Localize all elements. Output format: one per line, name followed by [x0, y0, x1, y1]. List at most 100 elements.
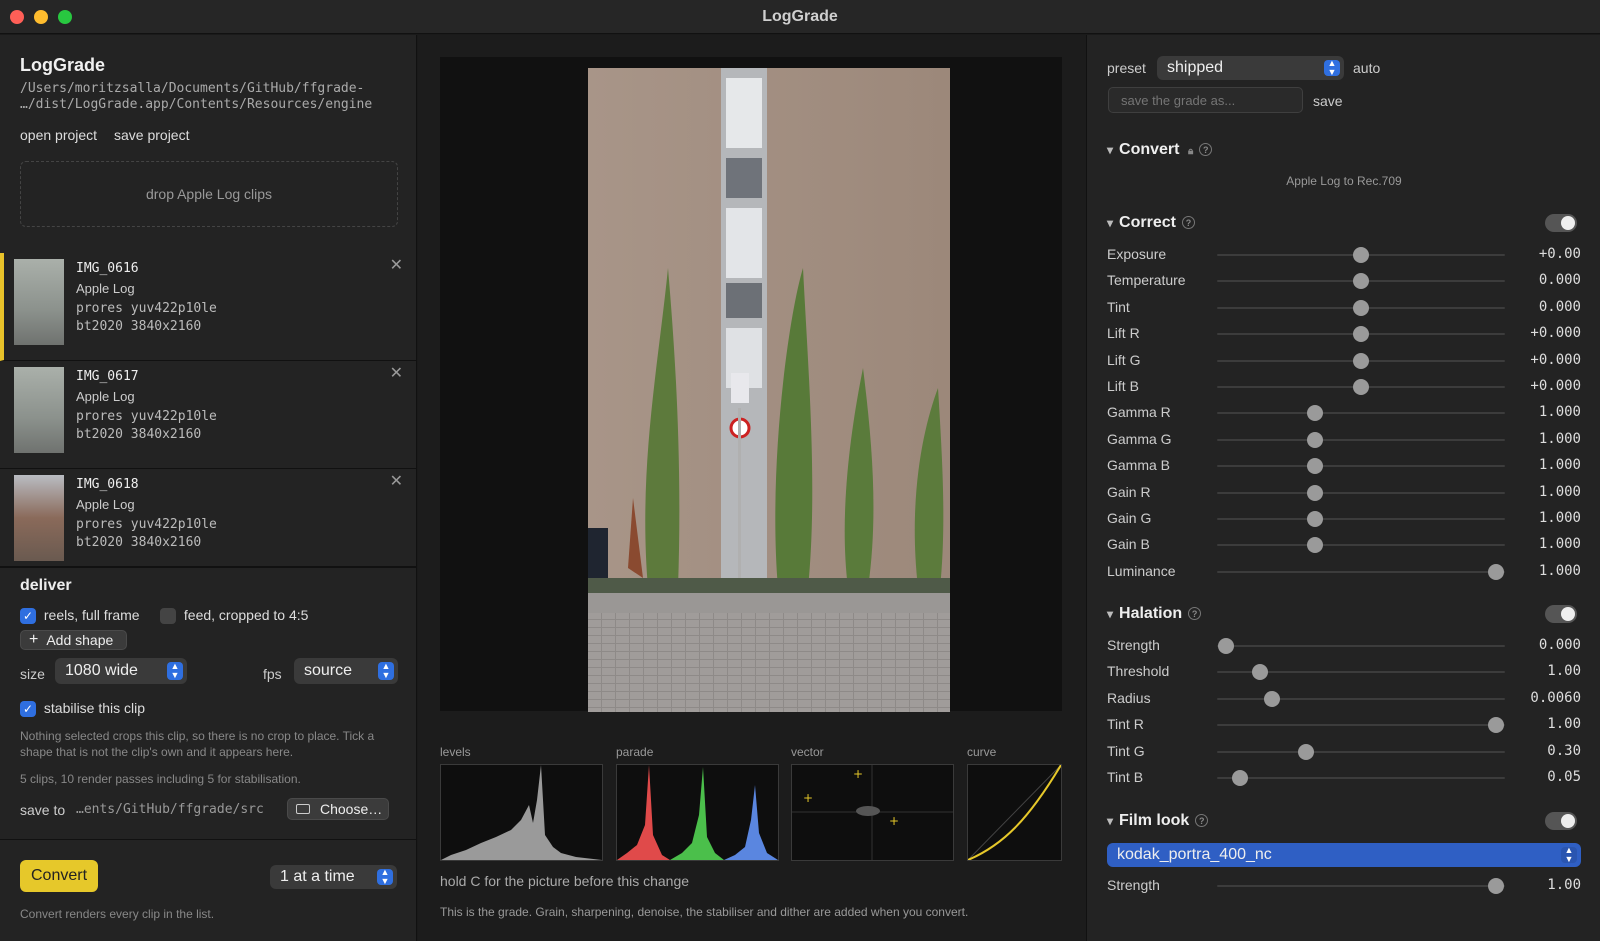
slider-row: Tint G 0.30: [1107, 739, 1581, 765]
slider-value: 1.00: [1547, 877, 1581, 893]
remove-clip-icon[interactable]: ✕: [390, 471, 403, 491]
slider-value: 1.00: [1547, 716, 1581, 733]
film-stock-select[interactable]: kodak_portra_400_nc ▲ ▼: [1107, 843, 1581, 867]
slider-row: Gamma R 1.000: [1107, 400, 1581, 426]
slider-track[interactable]: [1217, 518, 1505, 520]
help-icon[interactable]: ?: [1195, 814, 1209, 828]
reels-checkbox[interactable]: ✓: [20, 608, 36, 625]
svg-text:+: +: [889, 814, 899, 828]
open-project-link[interactable]: open project: [20, 127, 97, 143]
slider-knob[interactable]: [1488, 878, 1505, 894]
slider-track[interactable]: [1217, 777, 1505, 779]
film-look-section-title: Film look: [1119, 812, 1190, 829]
slider-track[interactable]: [1217, 697, 1505, 700]
auto-button[interactable]: auto: [1353, 60, 1380, 76]
slider-knob[interactable]: [1488, 563, 1505, 580]
help-icon[interactable]: ?: [1188, 607, 1202, 621]
convert-button[interactable]: Convert: [20, 860, 98, 892]
stepper-icon: ▲ ▼: [377, 868, 393, 886]
slider-value: 1.000: [1538, 430, 1581, 447]
slider-knob[interactable]: [1353, 326, 1369, 343]
slider-track[interactable]: [1217, 491, 1505, 494]
slider-knob[interactable]: [1306, 431, 1323, 448]
slider-knob[interactable]: [1306, 537, 1323, 554]
remove-clip-icon[interactable]: ✕: [390, 363, 403, 383]
scope-label-vector: vector: [791, 745, 824, 759]
drop-zone[interactable]: drop Apple Log clips: [20, 161, 398, 227]
preview-canvas[interactable]: [440, 57, 1062, 712]
size-value: 1080 wide: [65, 662, 138, 679]
add-shape-button[interactable]: + Add shape: [20, 630, 127, 650]
slider-knob[interactable]: [1353, 299, 1369, 316]
correct-toggle[interactable]: [1545, 214, 1577, 232]
stabilise-checkbox[interactable]: ✓: [20, 701, 36, 718]
size-select[interactable]: 1080 wide ▲ ▼: [55, 658, 187, 684]
save-project-link[interactable]: save project: [114, 127, 189, 143]
slider-label: Strength: [1107, 637, 1160, 653]
halation-toggle[interactable]: [1545, 605, 1577, 623]
slider-track[interactable]: [1217, 885, 1505, 887]
slider-label: Luminance: [1107, 562, 1176, 579]
convert-subtitle: Apple Log to Rec.709: [1286, 174, 1402, 188]
slider-knob[interactable]: [1263, 690, 1280, 707]
slider-track[interactable]: [1217, 645, 1505, 647]
halation-section-header[interactable]: ▾ Halation?: [1107, 605, 1202, 623]
film-look-section-header[interactable]: ▾ Film look?: [1107, 812, 1209, 830]
before-hint: hold C for the picture before this chang…: [440, 873, 690, 889]
save-grade-button[interactable]: save: [1313, 93, 1343, 109]
clip-name: IMG_0618: [76, 477, 139, 492]
remove-clip-icon[interactable]: ✕: [390, 255, 403, 275]
clip-item[interactable]: IMG_0617 Apple Log prores yuv422p10le bt…: [0, 361, 417, 469]
slider-value: +0.000: [1530, 351, 1581, 368]
slider-knob[interactable]: [1306, 458, 1323, 475]
stabilise-label: stabilise this clip: [43, 700, 146, 716]
slider-knob[interactable]: [1306, 405, 1323, 422]
slider-knob[interactable]: [1488, 717, 1505, 734]
reels-option[interactable]: ✓ reels, full frame: [20, 607, 140, 625]
slider-knob[interactable]: [1298, 743, 1315, 760]
save-grade-input[interactable]: [1108, 87, 1303, 113]
slider-row: Threshold 1.00: [1107, 659, 1581, 685]
slider-label: Threshold: [1107, 663, 1170, 680]
help-icon[interactable]: ?: [1181, 216, 1195, 230]
halation-section-title: Halation: [1119, 605, 1183, 622]
slider-knob[interactable]: [1306, 484, 1323, 501]
concurrency-select[interactable]: 1 at a time ▲ ▼: [270, 865, 397, 889]
parade-scope: [616, 764, 779, 861]
slider-knob[interactable]: [1353, 247, 1369, 263]
slider-track[interactable]: [1217, 438, 1505, 441]
slider-knob[interactable]: [1217, 638, 1234, 654]
slider-track[interactable]: [1217, 724, 1505, 727]
film-look-toggle[interactable]: [1545, 812, 1577, 830]
slider-knob[interactable]: [1306, 511, 1323, 527]
help-icon[interactable]: ?: [1199, 143, 1213, 157]
correct-section-header[interactable]: ▾ Correct?: [1107, 214, 1195, 232]
preset-select[interactable]: shipped ▲ ▼: [1157, 56, 1344, 80]
slider-value: 1.000: [1538, 510, 1581, 526]
feed-option[interactable]: feed, cropped to 4:5: [160, 607, 308, 625]
slider-knob[interactable]: [1353, 273, 1369, 290]
slider-track[interactable]: [1217, 750, 1505, 753]
slider-knob[interactable]: [1232, 770, 1249, 786]
lock-icon: 🔒︎: [1187, 146, 1194, 157]
slider-track[interactable]: [1217, 544, 1505, 547]
slider-knob[interactable]: [1353, 352, 1369, 369]
slider-value: +0.000: [1530, 378, 1581, 394]
clip-item[interactable]: IMG_0616 Apple Log prores yuv422p10le bt…: [0, 253, 417, 361]
slider-knob[interactable]: [1353, 379, 1369, 395]
slider-track[interactable]: [1217, 570, 1505, 573]
slider-track[interactable]: [1217, 412, 1505, 415]
slider-track[interactable]: [1217, 465, 1505, 468]
fps-select[interactable]: source ▲ ▼: [294, 658, 398, 684]
slider-knob[interactable]: [1252, 664, 1269, 681]
clip-space: bt2020 3840x2160: [76, 535, 202, 550]
clip-item[interactable]: IMG_0618 Apple Log prores yuv422p10le bt…: [0, 469, 417, 567]
choose-folder-button[interactable]: Choose…: [287, 798, 389, 820]
feed-checkbox[interactable]: [160, 608, 176, 625]
chevron-down-icon: ▾: [1107, 814, 1114, 828]
stabilise-option[interactable]: ✓ stabilise this clip: [20, 700, 146, 718]
convert-section-header[interactable]: ▾ Convert 🔒︎?: [1107, 141, 1213, 159]
slider-label: Strength: [1107, 877, 1160, 893]
clip-type: Apple Log: [76, 389, 135, 404]
clip-details: prores yuv422p10le bt2020 3840x2160: [76, 408, 217, 444]
